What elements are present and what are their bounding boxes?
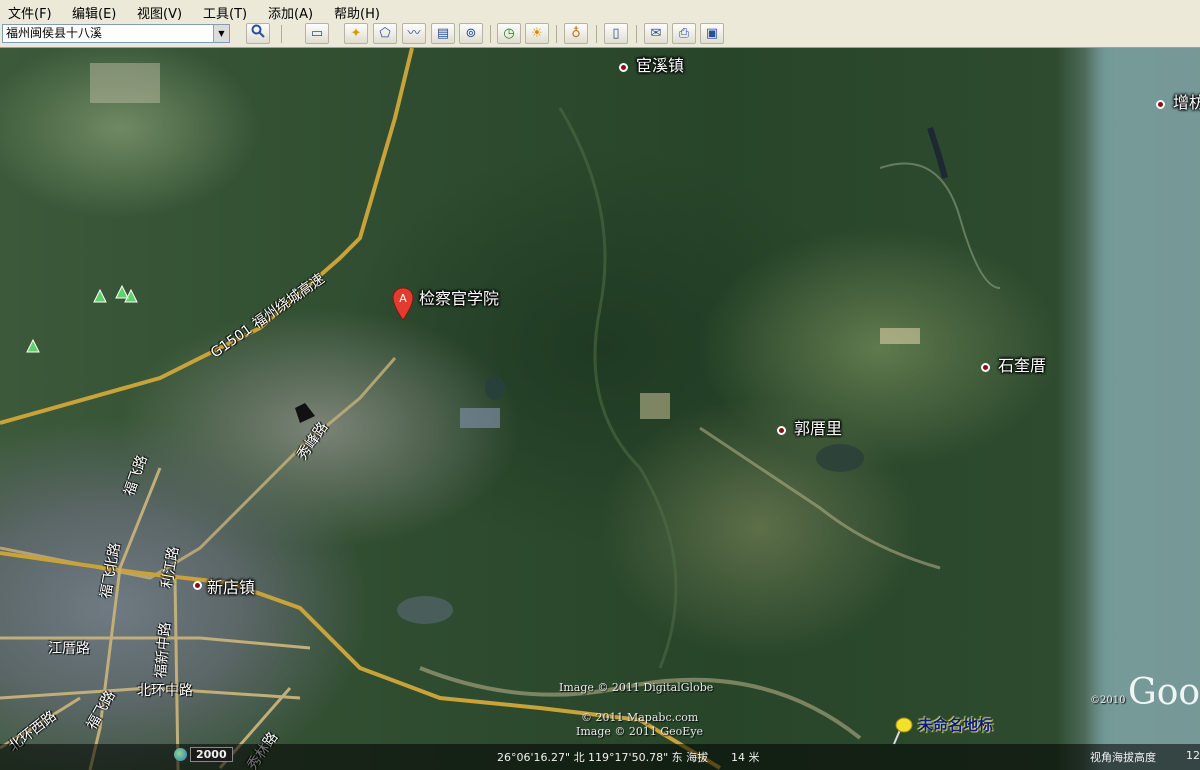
ruler-icon: ▯ (612, 26, 620, 41)
email-icon: ✉ (650, 26, 662, 41)
search-icon (251, 24, 265, 38)
reservoir (397, 596, 453, 624)
place-dot[interactable] (981, 363, 990, 372)
toolbar-separator (281, 25, 282, 43)
place-label-zengban[interactable]: 增枋 (1173, 89, 1200, 113)
marker-letter: A (399, 292, 407, 305)
place-label-guocuo[interactable]: 郭厝里 (794, 415, 842, 439)
toolbar: 福州闽侯县十八溪 ▼ ▭ ✦ ⬠ 〰 ▤ ⊚ ◷ ☀ ♁ ▯ ✉ ⎙ ▣ (0, 22, 1200, 48)
lake (927, 127, 948, 179)
elevation-readout: 14 米 (731, 751, 760, 764)
menu-edit[interactable]: 编辑(E) (72, 3, 116, 22)
coordinates-readout: 26°06'16.27" 北 119°17'50.78" 东 海拔 (497, 751, 709, 764)
menu-help[interactable]: 帮助(H) (334, 3, 380, 22)
menu-add[interactable]: 添加(A) (268, 3, 313, 22)
place-label-shikui[interactable]: 石奎厝 (998, 352, 1046, 376)
sidebar-icon: ▭ (310, 26, 324, 41)
place-dot[interactable] (777, 426, 786, 435)
add-polygon-button[interactable]: ⬠ (373, 23, 397, 44)
toolbar-separator (596, 25, 597, 43)
building-cluster (460, 408, 500, 428)
xiufeng-road (0, 357, 397, 580)
place-label-jianchaguan[interactable]: 检察官学院 (419, 285, 499, 309)
search-result-marker-icon[interactable]: A (392, 287, 414, 321)
tour-icon: ⊚ (465, 26, 477, 41)
place-label-gongxi[interactable]: 宦溪镇 (636, 52, 684, 76)
image-icon: ▣ (705, 26, 719, 41)
lijiang-road (173, 577, 180, 770)
add-path-button[interactable]: 〰 (402, 23, 426, 44)
sunlight-button[interactable]: ☀ (525, 23, 549, 44)
toolbar-separator (556, 25, 557, 43)
place-dot[interactable] (193, 581, 202, 590)
place-dot[interactable] (619, 63, 628, 72)
stream-line (879, 162, 1001, 289)
printer-icon: ⎙ (678, 26, 690, 41)
sidebar-toggle-button[interactable]: ▭ (305, 23, 329, 44)
placemark-label[interactable]: 未命名地标 (918, 714, 993, 735)
switch-planet-button[interactable]: ♁ (564, 23, 588, 44)
search-input[interactable]: 福州闽侯县十八溪 ▼ (2, 24, 230, 43)
stream-line (558, 107, 678, 669)
eye-altitude-label: 视角海拔高度 (1090, 751, 1156, 764)
building-shadow (295, 403, 315, 423)
cleared-land (880, 328, 920, 344)
search-input-value: 福州闽侯县十八溪 (6, 26, 103, 40)
imagery-seam (1085, 48, 1200, 770)
imagery-date-icon[interactable] (174, 748, 187, 761)
email-button[interactable]: ✉ (644, 23, 668, 44)
imagery-year[interactable]: 2000 (190, 747, 233, 762)
imagery-credit-mapabc: © 2011 Mapabc.com (581, 711, 699, 724)
add-placemark-button[interactable]: ✦ (344, 23, 368, 44)
cleared-land (640, 393, 670, 419)
record-tour-button[interactable]: ⊚ (459, 23, 483, 44)
path-icon: 〰 (407, 26, 421, 41)
menu-bar: 文件(F) 编辑(E) 视图(V) 工具(T) 添加(A) 帮助(H) (0, 0, 1200, 23)
search-dropdown-button[interactable]: ▼ (213, 25, 229, 42)
add-overlay-button[interactable]: ▤ (431, 23, 455, 44)
imagery-credit-geoeye: Image © 2011 GeoEye (576, 725, 704, 738)
menu-tools[interactable]: 工具(T) (203, 3, 247, 22)
road-label-beihuanzhong: 北环中路 (137, 683, 193, 699)
cleared-land (90, 63, 160, 103)
google-logo: Goo (1128, 672, 1200, 713)
planet-icon: ♁ (571, 26, 581, 41)
clock-icon: ◷ (503, 26, 515, 41)
park-icon[interactable] (26, 284, 138, 353)
search-button[interactable] (246, 23, 270, 44)
place-dot[interactable] (1156, 100, 1165, 109)
eye-altitude-value: 12 (1186, 749, 1200, 762)
pushpin-icon[interactable] (888, 716, 914, 746)
imagery-credit-digitalglobe: Image © 2011 DigitalGlobe (559, 681, 714, 694)
polygon-icon: ⬠ (379, 26, 391, 41)
print-button[interactable]: ⎙ (672, 23, 696, 44)
menu-view[interactable]: 视图(V) (137, 3, 182, 22)
reservoir (816, 444, 864, 472)
copyright-2010: ©2010 (1090, 695, 1126, 706)
expressway-g1501 (0, 48, 414, 425)
toolbar-separator (490, 25, 491, 43)
road-label-jiangcuo: 江厝路 (48, 641, 90, 657)
historical-imagery-button[interactable]: ◷ (497, 23, 521, 44)
menu-file[interactable]: 文件(F) (8, 3, 52, 22)
save-image-button[interactable]: ▣ (700, 23, 724, 44)
place-label-xindian[interactable]: 新店镇 (207, 574, 255, 598)
dirt-road (699, 426, 941, 570)
ruler-button[interactable]: ▯ (604, 23, 628, 44)
toolbar-separator (636, 25, 637, 43)
sun-icon: ☀ (531, 26, 543, 41)
placemark-icon: ✦ (350, 26, 362, 41)
map-view[interactable]: 宦溪镇 增枋 石奎厝 郭厝里 新店镇 A 检察官学院 G1501 福州绕城高速 … (0, 48, 1200, 770)
overlay-icon: ▤ (436, 26, 450, 41)
map-overlay (0, 48, 1001, 770)
pond (485, 376, 505, 400)
